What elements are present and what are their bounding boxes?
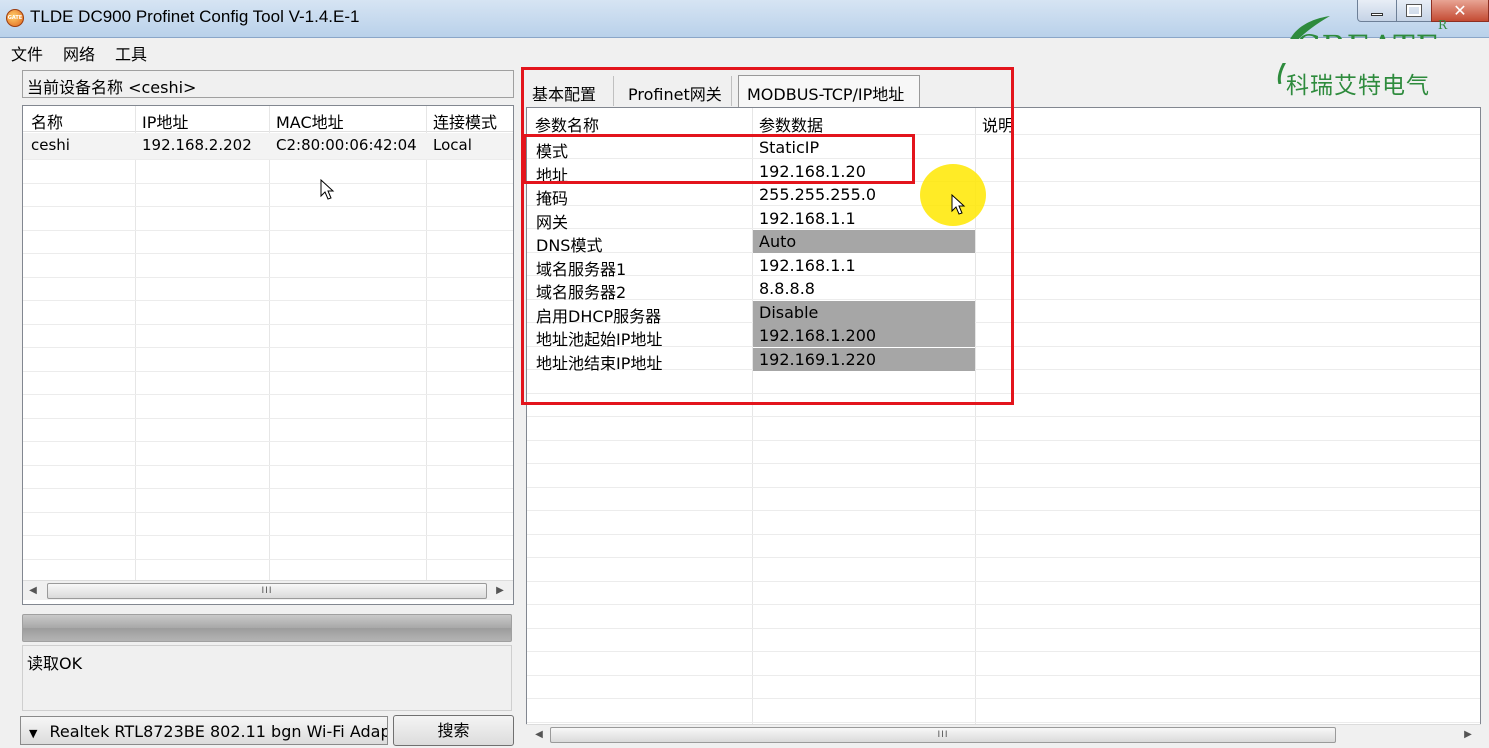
grid-column-line xyxy=(269,106,270,580)
grid-row-line xyxy=(527,510,1480,511)
table-row[interactable]: ceshi 192.168.2.202 C2:80:00:06:42:04 Lo… xyxy=(23,133,513,159)
title-bar: GATE TLDE DC900 Profinet Config Tool V-1… xyxy=(0,0,1489,38)
current-device-label: 当前设备名称 <ceshi> xyxy=(22,70,514,98)
grid-row-line xyxy=(23,417,513,419)
menu-network[interactable]: 网络 xyxy=(52,39,104,64)
grid-row-line xyxy=(23,558,513,560)
menu-file[interactable]: 文件 xyxy=(0,39,52,64)
grid-row-line xyxy=(23,300,513,301)
grid-row-line xyxy=(527,463,1480,464)
registered-mark: R xyxy=(1438,18,1448,32)
grid-row-line xyxy=(527,627,1480,629)
grid-row-line xyxy=(527,557,1480,558)
column-header-name[interactable]: 名称 xyxy=(31,109,63,133)
device-name-cell: ceshi xyxy=(31,136,70,154)
column-header-ip[interactable]: IP地址 xyxy=(142,109,188,133)
grid-row-line xyxy=(23,182,513,184)
grid-row-line xyxy=(527,604,1480,605)
parameter-table-scrollbar[interactable]: ◀ III ▶ xyxy=(526,724,1481,744)
grid-row-line xyxy=(23,370,513,372)
scroll-thumb[interactable]: III xyxy=(550,727,1336,743)
adapter-dropdown[interactable]: ▼ Realtek RTL8723BE 802.11 bgn Wi-Fi Adap… xyxy=(20,716,388,745)
cursor-icon xyxy=(320,179,335,200)
scroll-grip: III xyxy=(937,730,949,740)
grid-row-line xyxy=(23,206,513,207)
grid-row-line xyxy=(23,511,513,513)
window-title: TLDE DC900 Profinet Config Tool V-1.4.E-… xyxy=(30,7,360,26)
scroll-grip: III xyxy=(261,586,273,596)
app-icon: GATE xyxy=(6,9,24,27)
scroll-right-icon[interactable]: ▶ xyxy=(491,582,509,600)
grid-row-line xyxy=(23,488,513,489)
grid-row-line xyxy=(527,416,1480,417)
cursor-icon xyxy=(951,194,966,215)
scroll-left-icon[interactable]: ◀ xyxy=(24,582,42,600)
grid-row-line xyxy=(527,439,1480,441)
column-header-mode[interactable]: 连接模式 xyxy=(433,109,497,133)
progress-bar xyxy=(22,614,512,642)
grid-row-line xyxy=(23,323,513,325)
adapter-selected: Realtek RTL8723BE 802.11 bgn Wi-Fi Adapt… xyxy=(49,722,388,741)
grid-row-line xyxy=(527,721,1480,723)
scroll-thumb[interactable]: III xyxy=(47,583,487,599)
grid-row-line xyxy=(23,394,513,395)
grid-row-line xyxy=(527,533,1480,535)
highlight-box-outer xyxy=(521,67,1014,405)
search-button[interactable]: 搜索 xyxy=(393,715,514,746)
menu-bar: 文件 网络 工具 xyxy=(0,39,1489,64)
grid-column-line xyxy=(426,106,427,580)
status-text: 读取OK xyxy=(22,645,512,711)
grid-row-line xyxy=(23,159,513,160)
highlight-box-mode-address xyxy=(523,134,915,184)
device-table-header: 名称 IP地址 MAC地址 连接模式 xyxy=(23,106,513,132)
grid-row-line xyxy=(23,535,513,536)
column-header-mac[interactable]: MAC地址 xyxy=(276,109,344,133)
grid-row-line xyxy=(23,253,513,254)
grid-row-line xyxy=(23,441,513,442)
device-table[interactable]: 名称 IP地址 MAC地址 连接模式 ceshi 192.168.2.202 C… xyxy=(22,105,514,605)
grid-row-line xyxy=(23,347,513,348)
scroll-right-icon[interactable]: ▶ xyxy=(1459,726,1477,744)
grid-column-line xyxy=(135,106,136,580)
device-mac-cell: C2:80:00:06:42:04 xyxy=(276,136,417,154)
grid-row-line xyxy=(23,276,513,278)
scroll-left-icon[interactable]: ◀ xyxy=(530,726,548,744)
device-ip-cell: 192.168.2.202 xyxy=(142,136,252,154)
device-table-scrollbar[interactable]: ◀ III ▶ xyxy=(23,580,513,600)
grid-row-line xyxy=(527,486,1480,488)
dropdown-arrow-icon: ▼ xyxy=(29,727,38,740)
grid-row-line xyxy=(23,229,513,231)
grid-row-line xyxy=(23,464,513,466)
grid-row-line xyxy=(527,674,1480,676)
grid-row-line xyxy=(527,580,1480,582)
grid-row-line xyxy=(527,698,1480,699)
menu-tools[interactable]: 工具 xyxy=(104,39,156,64)
logo-chinese: 科瑞艾特电气 xyxy=(1286,73,1430,99)
device-mode-cell: Local xyxy=(433,136,472,154)
grid-row-line xyxy=(527,651,1480,652)
